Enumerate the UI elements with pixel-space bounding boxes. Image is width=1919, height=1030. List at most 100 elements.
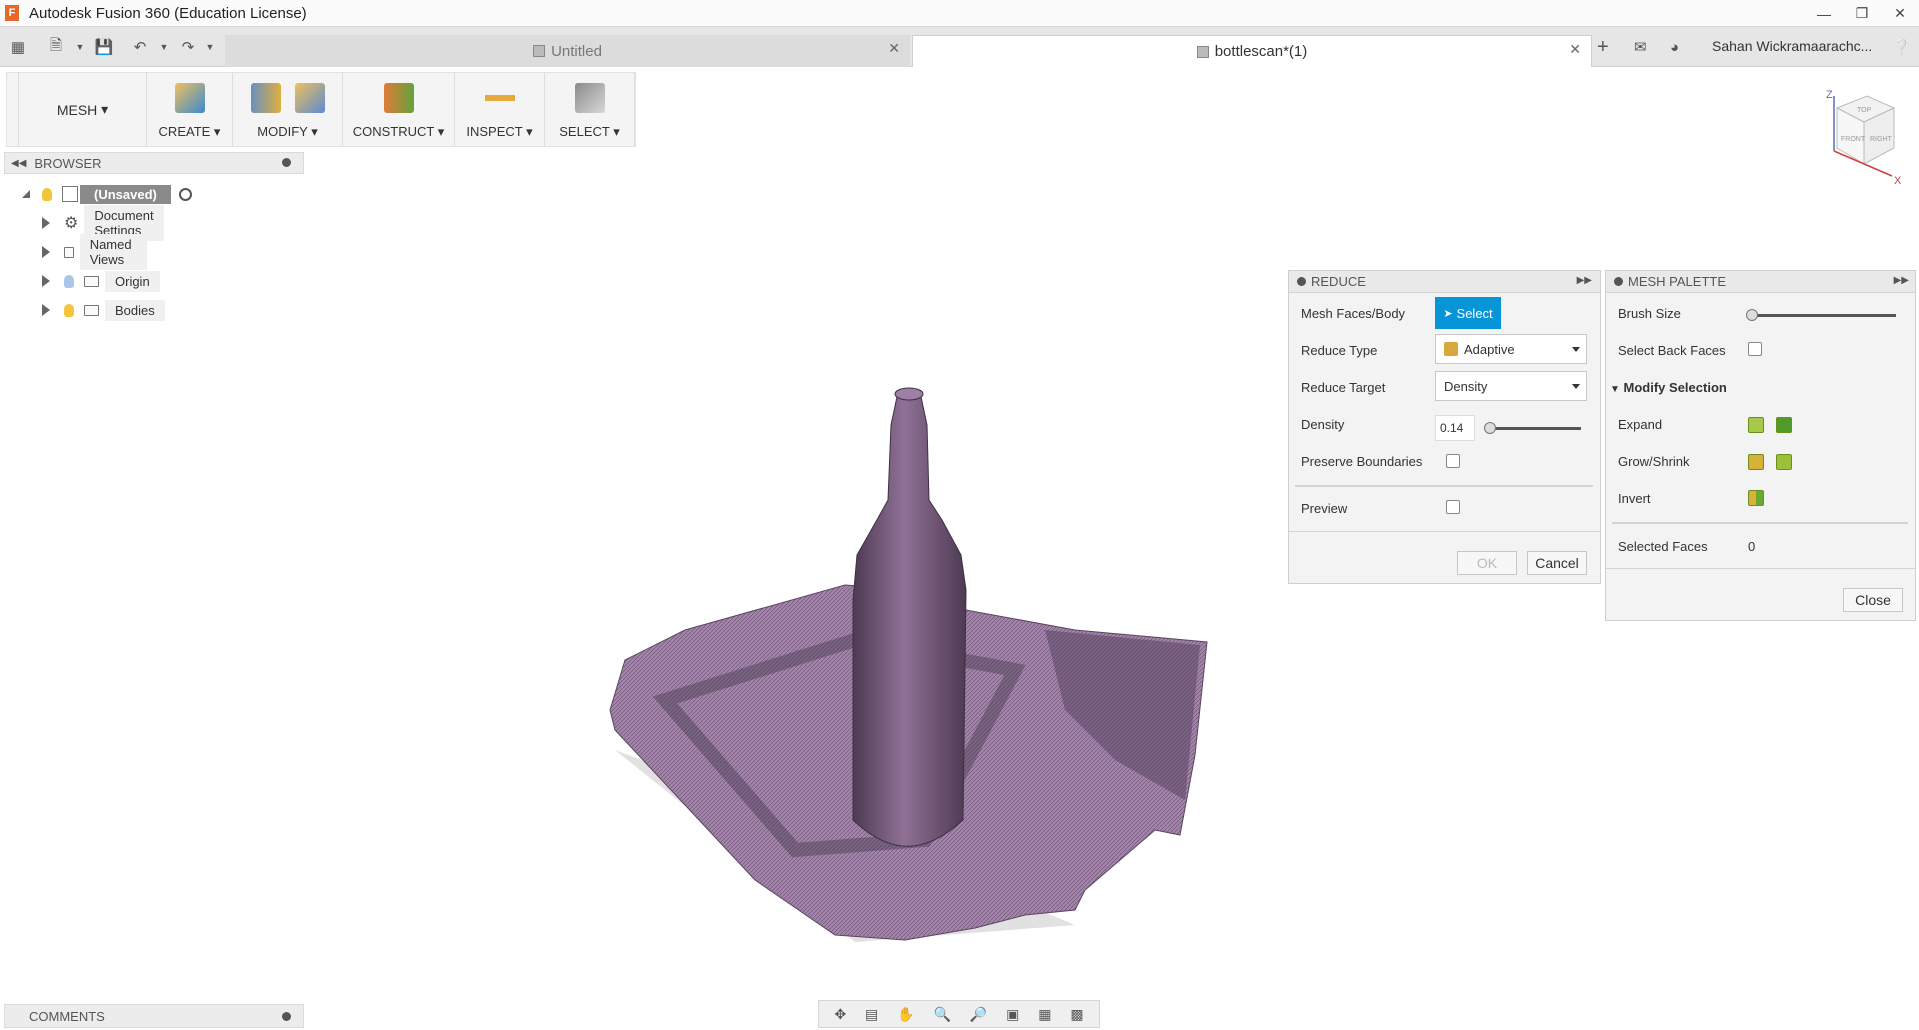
preserve-boundaries-checkbox[interactable] bbox=[1446, 454, 1460, 468]
invert-selection-icon[interactable] bbox=[1748, 490, 1764, 506]
toolbar-grip[interactable] bbox=[7, 73, 19, 146]
select-group[interactable]: SELECT ▾ bbox=[545, 73, 635, 146]
viewport-canvas[interactable] bbox=[595, 380, 1245, 960]
fit-icon[interactable]: 🔎 bbox=[970, 1006, 987, 1023]
data-panel-grid-icon[interactable]: ▦ bbox=[6, 35, 30, 59]
tree-item-named-views[interactable]: Named Views bbox=[42, 234, 147, 270]
close-window-icon[interactable]: ✕ bbox=[1881, 0, 1919, 27]
reduce-icon[interactable] bbox=[294, 83, 325, 113]
expand-icon[interactable] bbox=[42, 246, 50, 258]
tree-item-document-settings[interactable]: ⚙ Document Settings bbox=[42, 205, 164, 241]
redo-dropdown-icon[interactable]: ▼ bbox=[198, 35, 222, 59]
plane-icon[interactable] bbox=[383, 83, 414, 113]
grid-icon[interactable]: ▦ bbox=[1038, 1006, 1051, 1023]
expand-palette-icon[interactable]: ▶▶ bbox=[1894, 275, 1909, 286]
expand-icon[interactable] bbox=[42, 304, 50, 316]
mesh-select-button[interactable]: ➤ Select bbox=[1435, 297, 1501, 329]
tree-root[interactable]: (Unsaved) bbox=[22, 182, 192, 206]
notifications-icon[interactable]: ◕ bbox=[1670, 35, 1679, 59]
modify-group[interactable]: MODIFY ▾ bbox=[233, 73, 343, 146]
select-menu[interactable]: SELECT ▾ bbox=[559, 124, 619, 140]
preview-checkbox[interactable] bbox=[1446, 500, 1460, 514]
comments-panel[interactable]: COMMENTS bbox=[4, 1004, 304, 1028]
activate-icon[interactable] bbox=[178, 187, 192, 201]
save-icon[interactable]: 💾 bbox=[92, 35, 116, 59]
browser-header[interactable]: ◀◀ BROWSER bbox=[4, 152, 304, 174]
display-settings-icon[interactable]: ▣ bbox=[1006, 1006, 1019, 1023]
collapse-icon[interactable] bbox=[22, 190, 30, 198]
orbit-icon[interactable]: ✥ bbox=[834, 1006, 846, 1023]
select-back-faces-checkbox[interactable] bbox=[1748, 342, 1762, 356]
create-menu[interactable]: CREATE ▾ bbox=[159, 124, 221, 140]
brush-size-slider-thumb[interactable] bbox=[1746, 309, 1758, 321]
reduce-target-dropdown[interactable]: Density bbox=[1435, 371, 1587, 401]
create-group[interactable]: CREATE ▾ bbox=[147, 73, 233, 146]
navigation-bar: ✥ ▤ ✋ 🔍 🔎 ▣ ▦ ▩ bbox=[818, 1000, 1100, 1028]
modify-selection-section[interactable]: ▼ Modify Selection bbox=[1610, 380, 1727, 395]
undo-dropdown-icon[interactable]: ▼ bbox=[152, 35, 176, 59]
undo-icon[interactable]: ↶ bbox=[128, 35, 152, 59]
measure-icon[interactable] bbox=[484, 83, 515, 113]
reduce-type-dropdown[interactable]: Adaptive bbox=[1435, 334, 1587, 364]
expand-icon[interactable] bbox=[42, 275, 50, 287]
add-comment-icon[interactable] bbox=[282, 1012, 291, 1021]
paint-select-icon[interactable] bbox=[574, 83, 605, 113]
visibility-bulb-icon[interactable] bbox=[64, 274, 74, 288]
help-icon[interactable]: ❔ bbox=[1892, 35, 1911, 59]
inspect-group[interactable]: INSPECT ▾ bbox=[455, 73, 545, 146]
close-tab-icon[interactable]: ✕ bbox=[888, 40, 900, 57]
close-tab-icon[interactable]: ✕ bbox=[1569, 41, 1581, 58]
inspect-menu[interactable]: INSPECT ▾ bbox=[466, 124, 532, 140]
close-palette-button[interactable]: Close bbox=[1843, 588, 1903, 612]
expand-selection-icon[interactable] bbox=[1748, 417, 1764, 433]
insert-mesh-icon[interactable] bbox=[174, 83, 205, 113]
tab-bottlescan[interactable]: bottlescan*(1) ✕ bbox=[912, 35, 1592, 67]
workspace-switcher[interactable]: MESH ▾ bbox=[19, 73, 147, 146]
brush-size-slider[interactable] bbox=[1748, 314, 1896, 317]
tree-item-bodies[interactable]: Bodies bbox=[42, 298, 165, 322]
visibility-bulb-icon[interactable] bbox=[64, 303, 74, 317]
user-account[interactable]: Sahan Wickramaarachc... bbox=[1712, 38, 1872, 54]
zoom-icon[interactable]: 🔍 bbox=[933, 1006, 950, 1023]
ok-button[interactable]: OK bbox=[1457, 551, 1517, 575]
viewports-icon[interactable]: ▩ bbox=[1070, 1006, 1083, 1023]
view-cube[interactable]: Z X TOP FRONT RIGHT bbox=[1812, 86, 1907, 187]
new-tab-icon[interactable]: + bbox=[1597, 35, 1609, 59]
preserve-boundaries-label: Preserve Boundaries bbox=[1301, 454, 1423, 469]
root-label[interactable]: (Unsaved) bbox=[80, 184, 171, 204]
cancel-button[interactable]: Cancel bbox=[1527, 551, 1587, 575]
modify-menu[interactable]: MODIFY ▾ bbox=[257, 124, 317, 140]
front-face-label[interactable]: FRONT bbox=[1841, 136, 1866, 143]
file-dropdown-icon[interactable]: ▼ bbox=[68, 35, 92, 59]
redo-icon[interactable]: ↷ bbox=[176, 35, 200, 59]
expand-dialog-icon[interactable]: ▶▶ bbox=[1577, 275, 1592, 286]
density-slider-thumb[interactable] bbox=[1483, 422, 1496, 434]
shrink-selection-icon[interactable] bbox=[1776, 454, 1792, 470]
restore-icon[interactable]: ❐ bbox=[1843, 0, 1881, 27]
pan-icon[interactable]: ✋ bbox=[897, 1006, 914, 1023]
job-status-icon[interactable]: ✉ bbox=[1634, 35, 1647, 59]
look-at-icon[interactable]: ▤ bbox=[865, 1006, 878, 1023]
remesh-icon[interactable] bbox=[250, 83, 281, 113]
right-face-label[interactable]: RIGHT bbox=[1870, 136, 1893, 143]
grow-selection-icon[interactable] bbox=[1748, 454, 1764, 470]
pin-icon[interactable] bbox=[282, 158, 291, 167]
visibility-bulb-icon[interactable] bbox=[42, 187, 52, 201]
reduce-type-value: Adaptive bbox=[1464, 341, 1515, 357]
toolbar: MESH ▾ CREATE ▾ MODIFY ▾ CONSTRUCT ▾ INS… bbox=[6, 72, 636, 147]
density-input[interactable]: 0.14 bbox=[1435, 415, 1475, 441]
reduce-dialog-header[interactable]: REDUCE ▶▶ bbox=[1289, 271, 1600, 293]
expand-icon[interactable] bbox=[42, 217, 50, 229]
minimize-icon[interactable]: — bbox=[1805, 0, 1843, 27]
construct-group[interactable]: CONSTRUCT ▾ bbox=[343, 73, 455, 146]
top-face-label[interactable]: TOP bbox=[1857, 107, 1872, 114]
tree-item-origin[interactable]: Origin bbox=[42, 269, 160, 293]
mesh-body[interactable] bbox=[595, 380, 1245, 960]
density-slider[interactable] bbox=[1485, 427, 1581, 430]
collapse-browser-icon[interactable]: ◀◀ bbox=[11, 158, 26, 169]
mesh-palette-header[interactable]: MESH PALETTE ▶▶ bbox=[1606, 271, 1915, 293]
file-icon[interactable]: 🗎 bbox=[44, 35, 68, 59]
tab-untitled[interactable]: Untitled ✕ bbox=[225, 35, 910, 67]
contract-selection-icon[interactable] bbox=[1776, 417, 1792, 433]
construct-menu[interactable]: CONSTRUCT ▾ bbox=[353, 124, 445, 140]
